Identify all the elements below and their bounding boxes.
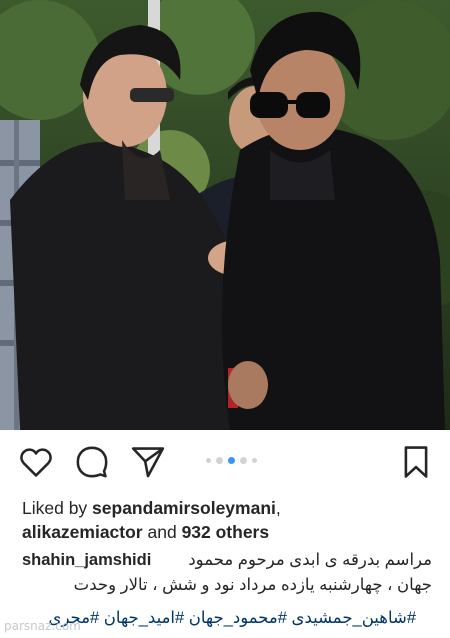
comment-bubble-icon[interactable]: [74, 444, 110, 480]
heart-icon[interactable]: [18, 444, 54, 480]
likes-separator: ,: [275, 498, 281, 518]
liker-username-link[interactable]: alikazemiactor: [22, 522, 143, 542]
caption-line-2: جهان ، چهارشنبه یازده مرداد نود و شش ، ت…: [73, 576, 432, 594]
paper-plane-icon[interactable]: [130, 444, 166, 480]
carousel-dot: [240, 457, 247, 464]
carousel-dot: [216, 457, 223, 464]
likes-others-link[interactable]: 932 others: [182, 522, 270, 542]
carousel-dot: [252, 458, 257, 463]
carousel-indicator: [206, 457, 257, 464]
likes-summary: Liked by sepandamirsoleymani, alikazemia…: [22, 496, 432, 544]
bookmark-icon[interactable]: [398, 444, 434, 480]
photo-illustration: [0, 0, 450, 430]
carousel-dot: [206, 458, 211, 463]
post-action-bar: [0, 430, 450, 492]
watermark: parsnaz.com: [4, 619, 81, 633]
likes-and: and: [142, 522, 182, 542]
caption-username-link[interactable]: shahin_jamshidi: [22, 548, 151, 573]
likes-prefix: Liked by: [22, 498, 93, 518]
caption-line-1: مراسم بدرقه ی ابدی مرحوم محمود: [188, 551, 432, 569]
carousel-dot-active: [228, 457, 235, 464]
post-caption: shahin_jamshidi مراسم بدرقه ی ابدی مرحوم…: [22, 548, 432, 598]
liker-username-link[interactable]: sepandamirsoleymani: [92, 498, 276, 518]
post-photo[interactable]: [0, 0, 450, 430]
